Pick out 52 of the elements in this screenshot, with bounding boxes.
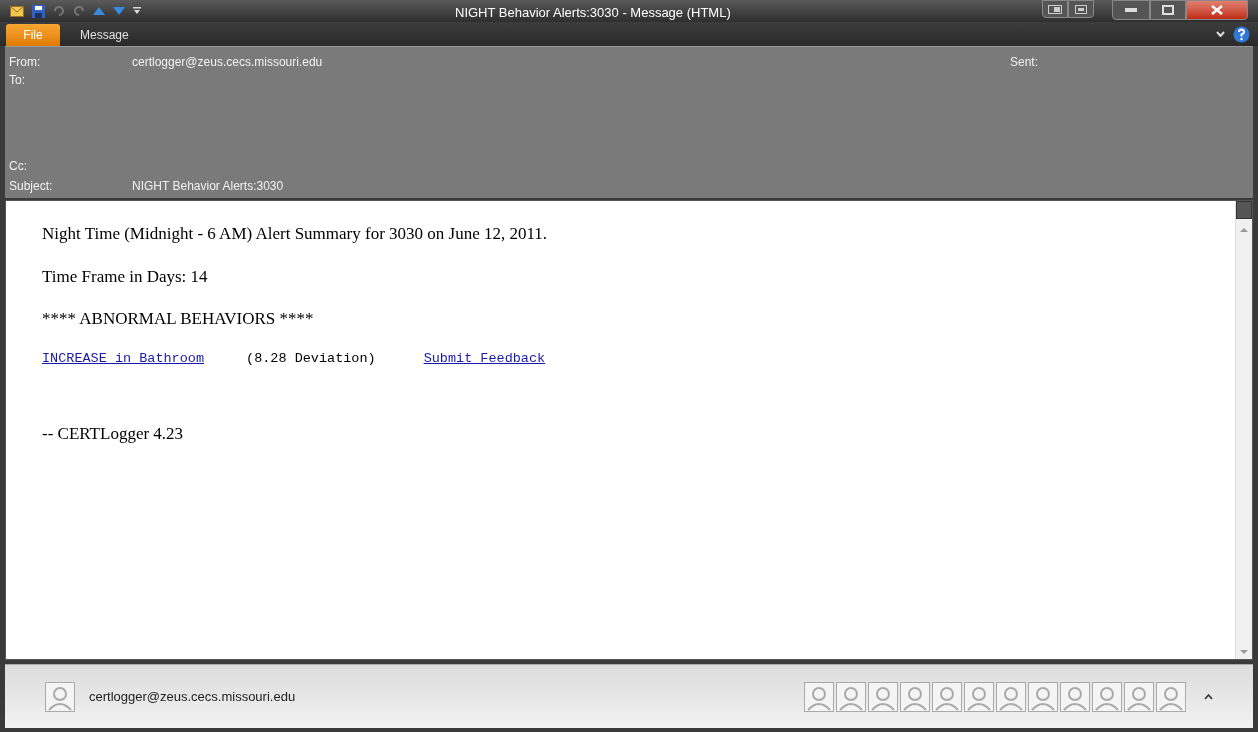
person-icon[interactable] — [868, 681, 898, 712]
redo-icon[interactable] — [73, 5, 85, 17]
down-arrow-icon[interactable] — [113, 6, 125, 16]
cc-label: Cc: — [9, 158, 27, 175]
view-button[interactable] — [1068, 0, 1094, 18]
summary-text: Night Time (Midnight - 6 AM) Alert Summary for 3030 on June 12, 2011. — [42, 223, 548, 245]
person-icon[interactable] — [1060, 681, 1090, 712]
maximize-icon — [1162, 5, 1174, 15]
close-button[interactable] — [1186, 0, 1248, 20]
window-title: NIGHT Behavior Alerts:3030 - Message (HTML) — [455, 4, 731, 22]
sent-label: Sent: — [1010, 54, 1039, 71]
section-heading: **** ABNORMAL BEHAVIORS **** — [42, 308, 314, 330]
person-icon[interactable] — [804, 681, 834, 712]
maximize-button[interactable] — [1150, 0, 1186, 20]
person-icon[interactable] — [932, 681, 962, 712]
person-icon[interactable] — [45, 681, 75, 712]
envelope-icon[interactable] — [10, 5, 24, 17]
minimize-button[interactable] — [1112, 0, 1150, 20]
panes-icon — [1048, 4, 1062, 14]
person-icon[interactable] — [1156, 681, 1186, 712]
person-icon[interactable] — [836, 681, 866, 712]
undo-icon[interactable] — [53, 5, 65, 17]
view-button[interactable] — [1042, 0, 1068, 18]
feedback-link[interactable]: Submit Feedback — [423, 348, 546, 369]
person-icon[interactable] — [996, 681, 1026, 712]
ribbon-tab[interactable]: Message — [70, 24, 139, 46]
sender-address: certlogger@zeus.cecs.missouri.edu — [89, 687, 296, 706]
save-icon[interactable] — [32, 4, 45, 18]
scrollbar[interactable] — [1235, 201, 1252, 659]
alert-link[interactable]: INCREASE in Bathroom — [42, 348, 205, 369]
chevron-down-icon[interactable] — [1216, 31, 1225, 37]
time-frame-text: Time Frame in Days: 14 — [42, 265, 208, 288]
minimize-icon — [1125, 8, 1137, 12]
subject-label: Subject: — [9, 178, 53, 195]
signature-text: -- CERTLogger 4.23 — [42, 422, 184, 445]
person-icon[interactable] — [1028, 681, 1058, 712]
person-icon[interactable] — [964, 681, 994, 712]
subject-text: NIGHT Behavior Alerts:3030 — [132, 178, 284, 195]
help-icon[interactable] — [1233, 25, 1250, 43]
window-icon — [1075, 4, 1087, 14]
person-icon[interactable] — [1092, 681, 1122, 712]
close-icon — [1211, 5, 1223, 15]
person-icon[interactable] — [900, 681, 930, 712]
person-icon[interactable] — [1124, 681, 1154, 712]
pane-toggle-icon[interactable] — [1236, 201, 1252, 219]
to-label: To: — [9, 72, 25, 89]
chevron-up-icon[interactable] — [1204, 693, 1213, 700]
deviation-text: (8.28 Deviation) — [246, 349, 376, 368]
sender-address: certlogger@zeus.cecs.missouri.edu — [132, 54, 323, 71]
from-label: From: — [9, 54, 41, 71]
customize-icon[interactable] — [133, 6, 141, 16]
up-arrow-icon[interactable] — [93, 6, 105, 16]
